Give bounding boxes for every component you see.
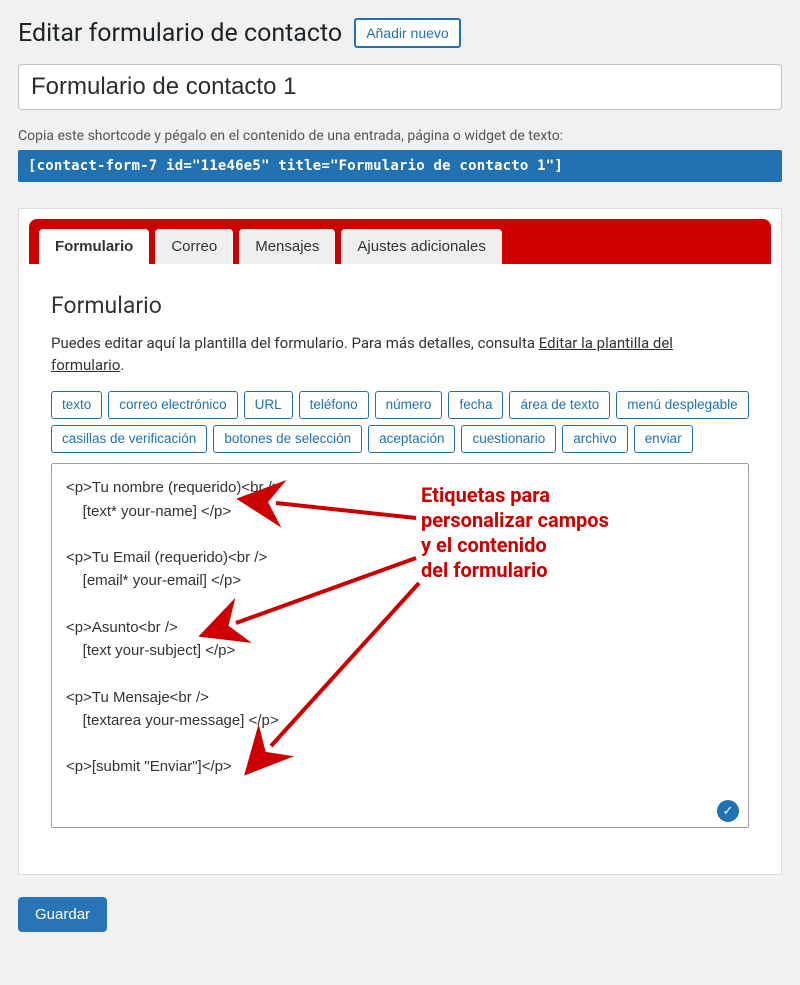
editor-panel: Formulario Correo Mensajes Ajustes adici…	[18, 208, 782, 875]
tab-strip: Formulario Correo Mensajes Ajustes adici…	[29, 219, 771, 264]
tag-btn-url[interactable]: URL	[244, 391, 293, 419]
section-desc: Puedes editar aquí la plantilla del form…	[51, 333, 749, 377]
tag-btn-enviar[interactable]: enviar	[634, 425, 693, 453]
shortcode-bar[interactable]: [contact-form-7 id="11e46e5" title="Form…	[18, 150, 782, 182]
tag-btn-menu-desplegable[interactable]: menú desplegable	[616, 391, 748, 419]
tab-body: Formulario Puedes editar aquí la plantil…	[29, 264, 771, 854]
section-desc-suffix: .	[120, 356, 124, 374]
tag-btn-fecha[interactable]: fecha	[448, 391, 503, 419]
tag-btn-area-de-texto[interactable]: área de texto	[509, 391, 610, 419]
tag-buttons-row: texto correo electrónico URL teléfono nú…	[51, 391, 749, 453]
tab-ajustes-adicionales[interactable]: Ajustes adicionales	[341, 229, 501, 264]
page-title: Editar formulario de contacto	[18, 19, 342, 48]
tab-mensajes[interactable]: Mensajes	[239, 229, 335, 264]
add-new-button[interactable]: Añadir nuevo	[354, 18, 461, 48]
tag-btn-cuestionario[interactable]: cuestionario	[461, 425, 556, 453]
tag-btn-archivo[interactable]: archivo	[562, 425, 628, 453]
tag-btn-numero[interactable]: número	[375, 391, 443, 419]
tag-btn-aceptacion[interactable]: aceptación	[368, 425, 455, 453]
template-wrap: ✓ Etiquetas para personalizar campos y e…	[51, 463, 749, 832]
form-template-textarea[interactable]	[51, 463, 749, 828]
form-title-input[interactable]	[18, 64, 782, 110]
save-button[interactable]: Guardar	[18, 897, 107, 932]
tag-btn-correo-electronico[interactable]: correo electrónico	[108, 391, 237, 419]
section-desc-prefix: Puedes editar aquí la plantilla del form…	[51, 334, 539, 352]
tag-btn-botones-de-seleccion[interactable]: botones de selección	[213, 425, 362, 453]
shortcode-hint: Copia este shortcode y pégalo en el cont…	[18, 128, 782, 144]
tag-btn-telefono[interactable]: teléfono	[299, 391, 369, 419]
tag-btn-casillas-de-verificacion[interactable]: casillas de verificación	[51, 425, 207, 453]
tag-btn-texto[interactable]: texto	[51, 391, 102, 419]
section-title: Formulario	[51, 292, 749, 319]
tab-correo[interactable]: Correo	[155, 229, 233, 264]
tab-formulario[interactable]: Formulario	[39, 229, 149, 264]
